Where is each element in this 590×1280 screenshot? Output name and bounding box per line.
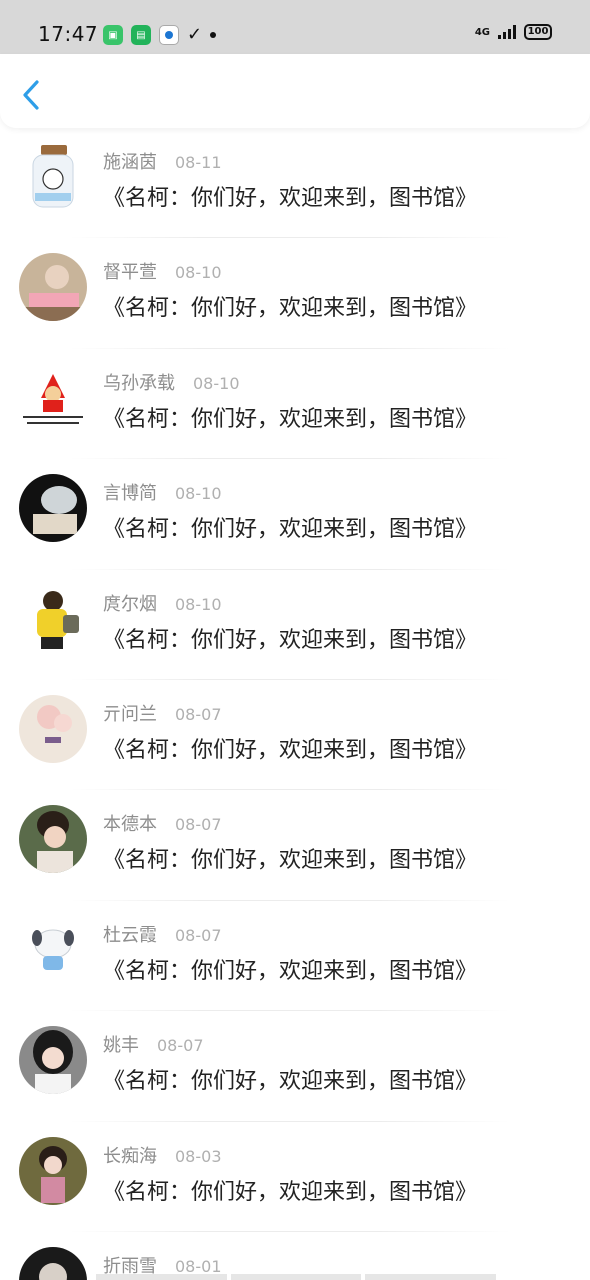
sender-name: 本德本 [103,814,157,836]
list-item[interactable]: 长痴海 08-03 《名柯：你们好，欢迎来到，图书馆》 [0,1122,590,1232]
message-text: 《名柯：你们好，欢迎来到，图书馆》 [103,958,478,984]
sender-name: 督平萱 [103,262,157,284]
message-text: 《名柯：你们好，欢迎来到，图书馆》 [103,186,478,211]
list-item[interactable]: 本德本 08-07 《名柯：你们好，欢迎来到，图书馆》 [0,790,590,901]
sender-name: 姚丰 [103,1035,139,1057]
back-button[interactable] [18,78,46,112]
message-text: 《名柯：你们好，欢迎来到，图书馆》 [103,296,478,322]
status-time: 17:47 [38,22,99,46]
sender-name: 长痴海 [103,1145,157,1167]
item-header: 本德本 08-07 [103,810,222,836]
bottom-bar-placeholder [96,1274,497,1280]
avatar [19,1026,87,1095]
avatar [19,1136,87,1205]
list-item[interactable]: 言博简 08-10 《名柯：你们好，欢迎来到，图书馆》 [0,459,590,570]
message-text: 《名柯：你们好，欢迎来到，图书馆》 [103,737,478,763]
avatar [19,253,87,322]
avatar [19,143,87,211]
avatar [19,584,87,653]
item-header: 督平萱 08-10 [103,258,222,284]
list-item[interactable]: 施涵茵 08-11 《名柯：你们好，欢迎来到，图书馆》 [0,128,590,239]
green-app-icon-2: ▤ [131,25,151,45]
chevron-left-icon [23,80,39,110]
signal-icon [498,25,516,39]
blue-circle-app-icon [159,25,179,45]
status-indicators: 4G 100 [475,24,552,40]
status-app-icons: ▣ ▤ ✓ [103,24,217,45]
sender-name: 庹尔烟 [103,593,157,615]
message-date: 08-10 [175,484,222,504]
message-text: 《名柯：你们好，欢迎来到，图书馆》 [103,517,478,543]
avatar [19,805,87,874]
notification-dot-icon [210,32,217,38]
avatar [19,363,87,432]
item-header: 言博简 08-10 [103,479,222,505]
message-text: 《名柯：你们好，欢迎来到，图书馆》 [103,1179,478,1205]
green-app-icon-1: ▣ [103,25,123,45]
sender-name: 杜云霞 [103,924,157,946]
list-item[interactable]: 折雨雪 08-01 [0,1232,590,1280]
item-header: 姚丰 08-07 [103,1031,204,1057]
message-date: 08-07 [157,1036,204,1056]
message-date: 08-07 [175,704,222,724]
sender-name: 乌孙承载 [103,372,175,394]
message-date: 08-07 [175,815,222,835]
sender-name: 言博简 [103,483,157,505]
battery-icon: 100 [524,24,552,40]
message-date: 08-10 [175,263,222,283]
item-header: 庹尔烟 08-10 [103,590,222,616]
message-list: 施涵茵 08-11 《名柯：你们好，欢迎来到，图书馆》 督平萱 08-10 《名… [0,128,590,1280]
item-header: 施涵茵 08-11 [103,148,222,174]
list-item[interactable]: 庹尔烟 08-10 《名柯：你们好，欢迎来到，图书馆》 [0,570,590,680]
message-text: 《名柯：你们好，欢迎来到，图书馆》 [103,1069,478,1095]
status-bar: 17:47 ▣ ▤ ✓ 4G 100 [0,0,590,54]
avatar [19,694,87,763]
message-date: 08-10 [175,594,222,614]
list-item[interactable]: 乌孙承载 08-10 《名柯：你们好，欢迎来到，图书馆》 [0,349,590,460]
sender-name: 施涵茵 [103,152,157,173]
message-date: 08-07 [175,925,222,945]
message-date: 08-11 [175,153,222,172]
message-text: 《名柯：你们好，欢迎来到，图书馆》 [103,406,478,432]
avatar [19,474,87,543]
message-text: 《名柯：你们好，欢迎来到，图书馆》 [103,627,478,653]
message-text: 《名柯：你们好，欢迎来到，图书馆》 [103,848,478,874]
item-header: 亓问兰 08-07 [103,700,222,726]
item-header: 乌孙承载 08-10 [103,369,240,395]
sender-name: 亓问兰 [103,703,157,725]
item-header: 长痴海 08-03 [103,1142,222,1168]
check-icon: ✓ [187,24,203,45]
network-label: 4G [474,26,490,38]
avatar [19,915,87,984]
list-item[interactable]: 亓问兰 08-07 《名柯：你们好，欢迎来到，图书馆》 [0,680,590,791]
top-header [0,54,590,128]
avatar [19,1246,87,1280]
message-date: 08-10 [193,373,240,393]
list-item[interactable]: 杜云霞 08-07 《名柯：你们好，欢迎来到，图书馆》 [0,901,590,1012]
item-header: 杜云霞 08-07 [103,921,222,947]
message-date: 08-03 [175,1146,222,1166]
list-item[interactable]: 姚丰 08-07 《名柯：你们好，欢迎来到，图书馆》 [0,1011,590,1122]
list-item[interactable]: 督平萱 08-10 《名柯：你们好，欢迎来到，图书馆》 [0,238,590,349]
